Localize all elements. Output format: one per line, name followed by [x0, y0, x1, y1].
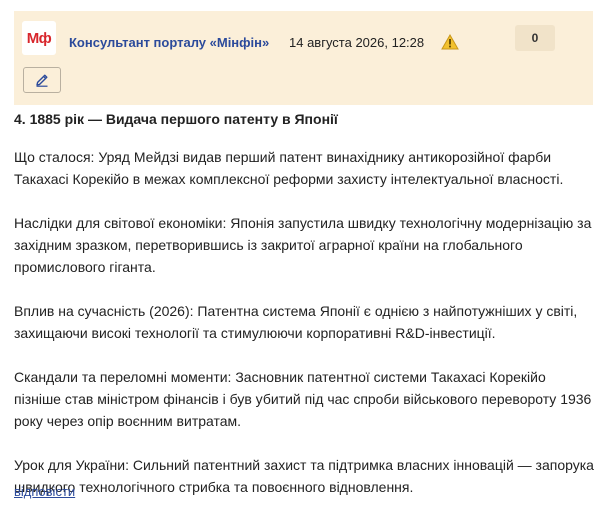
paragraph-scandals: Скандали та переломні моменти: Засновник… — [14, 369, 592, 429]
paragraph-modern-impact: Вплив на сучасність (2026): Патентна сис… — [14, 303, 578, 341]
rating-counter[interactable]: 0 — [515, 25, 555, 51]
comment-header: Мф Консультант порталу «Мінфін» 14 авгус… — [14, 11, 593, 105]
reply-link[interactable]: відповісти — [14, 484, 75, 499]
comment-card: Мф Консультант порталу «Мінфін» 14 авгус… — [0, 0, 605, 512]
paragraph-what-happened: Що сталося: Уряд Мейдзі видав перший пат… — [14, 149, 564, 187]
pencil-icon — [36, 74, 48, 87]
warning-icon[interactable] — [441, 34, 459, 50]
paragraph-lesson: Урок для України: Сильний патентний захи… — [14, 457, 594, 495]
edit-button[interactable] — [23, 67, 61, 93]
comment-body: 4. 1885 рік — Видача першого патенту в Я… — [14, 108, 594, 512]
author-link[interactable]: Консультант порталу «Мінфін» — [69, 35, 269, 50]
post-title: 4. 1885 рік — Видача першого патенту в Я… — [14, 111, 338, 127]
comment-date: 14 августа 2026, 12:28 — [289, 35, 425, 50]
paragraph-consequences: Наслідки для світової економіки: Японія … — [14, 215, 592, 275]
minfin-logo: Мф — [22, 21, 56, 55]
